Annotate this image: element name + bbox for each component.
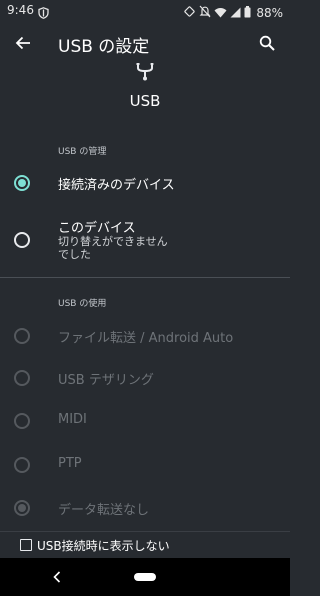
signal-icon xyxy=(230,3,241,22)
page-title: USB の設定 xyxy=(58,37,150,57)
radio-button[interactable] xyxy=(14,370,30,386)
battery-icon xyxy=(244,3,251,22)
radio-option-usb-tethering[interactable]: USB テザリング xyxy=(0,362,290,394)
radio-button[interactable] xyxy=(14,232,30,248)
status-icons: 88% xyxy=(183,3,283,22)
status-bar: 9:46 88% xyxy=(0,0,290,22)
radio-option-no-data-transfer[interactable]: データ転送なし xyxy=(0,492,290,524)
radio-button[interactable] xyxy=(14,500,30,516)
option-subtitle: 切り替えができませんでした xyxy=(58,235,168,261)
screen-rotate-icon xyxy=(183,3,196,22)
back-arrow-icon[interactable] xyxy=(12,32,34,54)
app-bar: USB の設定 xyxy=(0,22,290,64)
radio-button[interactable] xyxy=(14,457,30,473)
section-label-management: USB の管理 xyxy=(58,147,107,157)
radio-option-ptp[interactable]: PTP xyxy=(0,449,290,481)
status-time: 9:46 xyxy=(7,3,34,17)
footer-bar: USB接続時に表示しない xyxy=(0,531,290,558)
radio-option-this-device[interactable]: このデバイス 切り替えができませんでした xyxy=(0,212,290,268)
header-title: USB xyxy=(129,92,161,110)
option-label: データ転送なし xyxy=(58,503,150,518)
option-label: PTP xyxy=(58,456,82,471)
search-icon[interactable] xyxy=(256,32,278,54)
option-label: MIDI xyxy=(58,412,87,427)
usb-icon xyxy=(135,62,155,85)
checkbox-label[interactable]: USB接続時に表示しない xyxy=(37,537,170,554)
radio-option-connected-device[interactable]: 接続済みのデバイス xyxy=(0,166,290,200)
shield-icon xyxy=(38,4,49,23)
radio-option-midi[interactable]: MIDI xyxy=(0,405,290,437)
radio-button[interactable] xyxy=(14,175,30,191)
option-label: このデバイス xyxy=(58,221,136,236)
notifications-off-icon xyxy=(199,3,211,22)
navigation-bar xyxy=(0,558,290,596)
battery-percentage: 88% xyxy=(256,5,283,20)
radio-option-file-transfer[interactable]: ファイル転送 / Android Auto xyxy=(0,320,290,352)
wifi-icon xyxy=(214,3,227,22)
option-label: USB テザリング xyxy=(58,373,154,388)
radio-button[interactable] xyxy=(14,413,30,429)
option-label: 接続済みのデバイス xyxy=(58,178,175,193)
dont-show-checkbox[interactable] xyxy=(20,539,32,551)
radio-button[interactable] xyxy=(14,328,30,344)
divider xyxy=(0,277,290,278)
section-label-usage: USB の使用 xyxy=(58,299,107,309)
option-label: ファイル転送 / Android Auto xyxy=(58,331,234,346)
nav-home-pill[interactable] xyxy=(134,573,156,581)
nav-back-icon[interactable] xyxy=(50,568,64,586)
